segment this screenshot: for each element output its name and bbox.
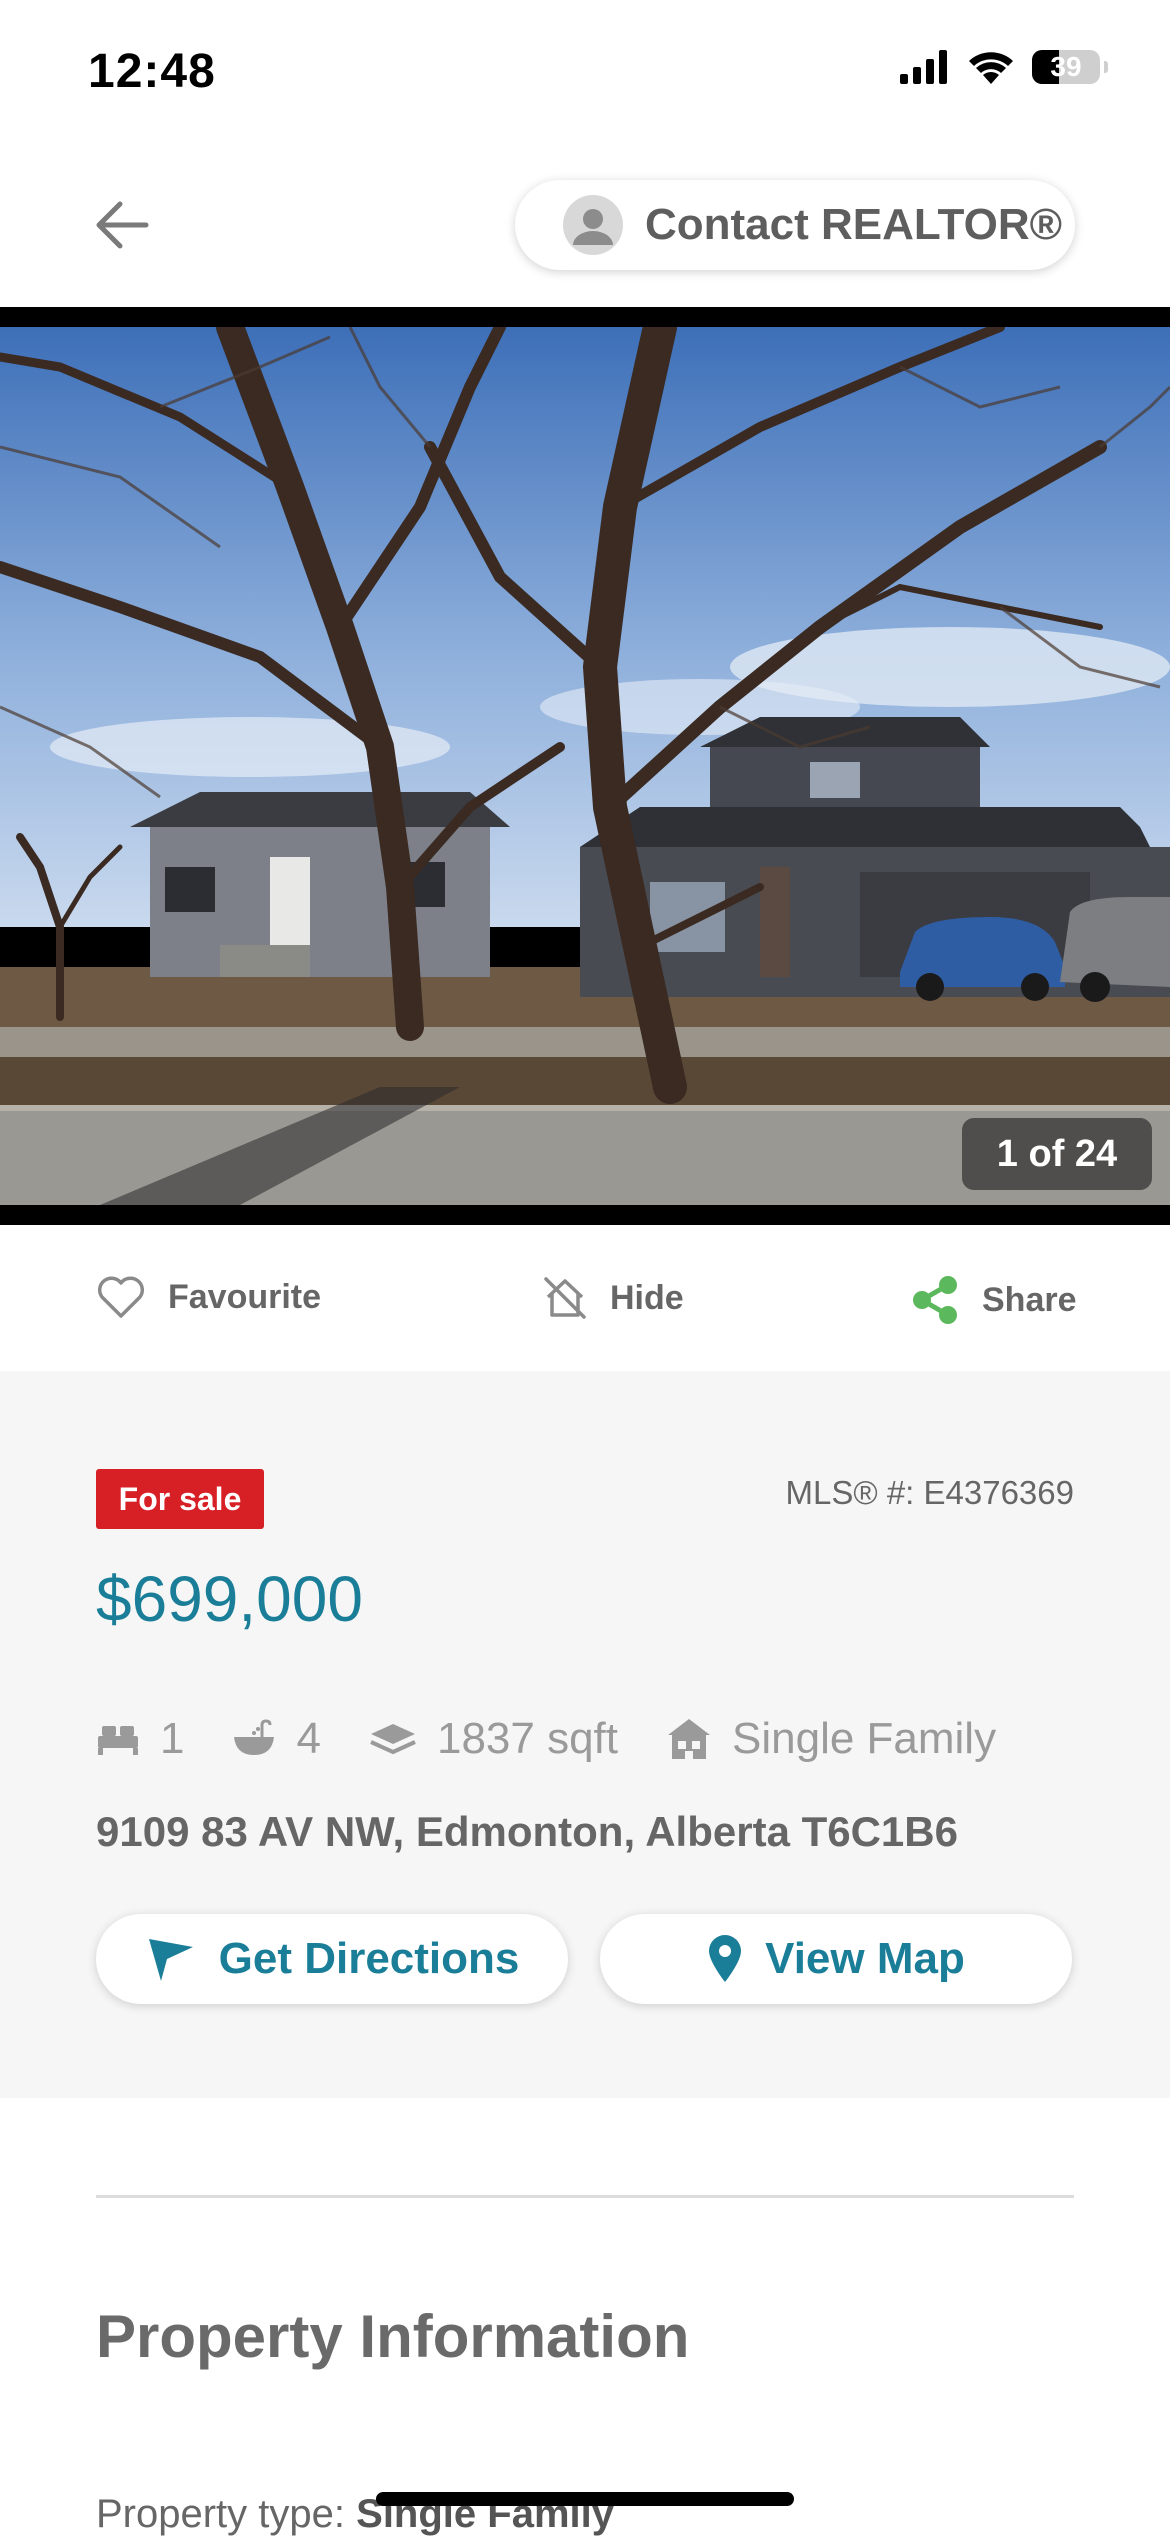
bedrooms-count: 1 [160,1714,185,1763]
size-feature: 1837 sqft [369,1714,618,1764]
contact-realtor-button[interactable]: Contact REALTOR® [515,180,1075,270]
hide-home-icon [544,1277,586,1319]
listing-photo[interactable] [0,327,1170,1205]
bathrooms-count: 4 [296,1714,321,1763]
map-pin-icon [709,1935,742,1982]
navigation-arrow-icon [148,1939,193,1981]
mls-number: MLS® #: E4376369 [785,1474,1074,1511]
hide-button[interactable]: Hide [542,1275,684,1321]
bathtub-icon [234,1719,275,1755]
bedrooms-feature: 1 [96,1714,184,1764]
favourite-button[interactable]: Favourite [96,1275,321,1319]
listing-features: 1 4 1837 sqft Single Family [96,1714,1044,1764]
share-icon [913,1276,957,1324]
property-information-heading: Property Information [96,2303,690,2370]
get-directions-button[interactable]: Get Directions [96,1914,568,2004]
battery-icon: 39 [1032,50,1108,84]
back-button[interactable] [82,190,162,260]
hide-label: Hide [610,1278,684,1317]
bathrooms-feature: 4 [232,1714,321,1764]
cellular-signal-icon [900,50,947,84]
view-map-button[interactable]: View Map [600,1914,1072,2004]
building-type-value: Single Family [732,1714,997,1763]
building-type-feature: Single Family [666,1714,996,1764]
size-value: 1837 sqft [436,1714,618,1763]
contact-realtor-label: Contact REALTOR® [645,200,1063,249]
status-time: 12:48 [88,45,216,98]
home-indicator[interactable] [376,2492,794,2506]
listing-address: 9109 83 AV NW, Edmonton, Alberta T6C1B6 [96,1808,958,1855]
get-directions-label: Get Directions [218,1934,520,1983]
listing-actions-bar: Favourite Hide Share [0,1225,1170,1371]
realtor-avatar-icon [563,195,623,255]
building-icon [668,1719,710,1759]
listing-price: $699,000 [96,1563,363,1635]
bed-icon [98,1726,138,1755]
battery-level: 39 [1050,51,1082,82]
share-label: Share [982,1280,1077,1319]
back-arrow-icon [96,201,149,249]
status-icons: 39 [900,50,1108,84]
favourite-label: Favourite [168,1277,322,1316]
wifi-icon [969,52,1013,84]
property-type-label: Property type: [96,2492,346,2536]
view-map-label: View Map [765,1934,965,1983]
heart-icon [97,1276,145,1318]
photo-counter: 1 of 24 [962,1118,1152,1190]
listing-photo-carousel[interactable] [0,307,1170,1225]
floor-area-icon [370,1724,416,1755]
section-divider [96,2195,1074,2198]
share-button[interactable]: Share [910,1275,1077,1325]
status-badge: For sale [96,1469,264,1529]
